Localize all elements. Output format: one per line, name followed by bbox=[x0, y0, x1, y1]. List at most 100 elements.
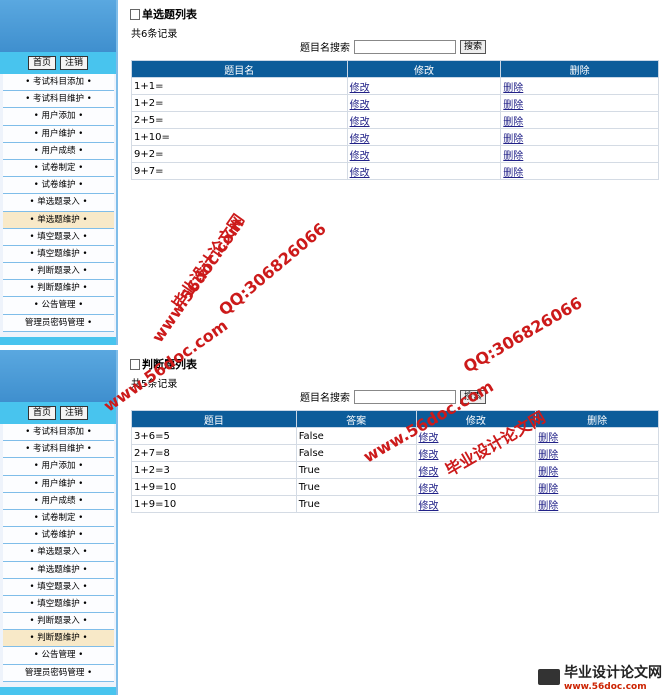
delete-link[interactable]: 删除 bbox=[503, 117, 523, 128]
menu-manage-paper[interactable]: • 试卷维护 • bbox=[3, 527, 114, 545]
search-button[interactable]: 搜索 bbox=[460, 39, 487, 54]
menu-manage-true-false[interactable]: • 判断题维护 • bbox=[3, 280, 114, 298]
search-input[interactable] bbox=[354, 39, 456, 54]
menu-manage-subject[interactable]: • 考试科目维护 • bbox=[3, 91, 114, 109]
edit-link[interactable]: 修改 bbox=[350, 151, 370, 162]
sidebar-header bbox=[0, 350, 116, 402]
menu-add-fill-blank[interactable]: • 填空题录入 • bbox=[3, 578, 114, 596]
menu-manage-fill-blank[interactable]: • 填空题维护 • bbox=[3, 245, 114, 264]
menu-manage-subject[interactable]: • 考试科目维护 • bbox=[3, 441, 114, 459]
logo-url: www.56doc.com bbox=[564, 682, 647, 692]
menu-add-subject[interactable]: • 考试科目添加 • bbox=[3, 74, 114, 92]
column-header-answer: 答案 bbox=[295, 410, 417, 428]
menu-admin-password[interactable]: 管理员密码管理 • bbox=[3, 664, 114, 682]
table-row: 1+9=10 True 修改 删除 bbox=[131, 495, 659, 513]
question-cell: 1+9=10 bbox=[131, 495, 297, 513]
delete-link[interactable]: 删除 bbox=[538, 484, 558, 495]
question-cell: 1+2=3 bbox=[131, 461, 297, 479]
sidebar-buttons: 首页 注销 bbox=[0, 402, 116, 424]
menu-add-single-choice[interactable]: • 单选题录入 • bbox=[3, 544, 114, 562]
delete-link[interactable]: 删除 bbox=[503, 151, 523, 162]
menu-add-user[interactable]: • 用户添加 • bbox=[3, 108, 114, 126]
footer-logo: 毕业设计论文网 www.56doc.com bbox=[538, 662, 662, 692]
delete-link[interactable]: 删除 bbox=[503, 134, 523, 145]
logo-text: 毕业设计论文网 www.56doc.com bbox=[564, 662, 662, 692]
menu-add-fill-blank[interactable]: • 填空题录入 • bbox=[3, 228, 114, 246]
column-header-delete: 删除 bbox=[535, 410, 659, 428]
menu-manage-paper[interactable]: • 试卷维护 • bbox=[3, 177, 114, 195]
column-header-delete: 删除 bbox=[500, 60, 659, 78]
question-cell: 9+2= bbox=[131, 145, 348, 163]
answer-cell: True bbox=[295, 461, 417, 479]
search-row: 题目名搜索 搜索 bbox=[300, 39, 487, 54]
column-header-edit: 修改 bbox=[346, 60, 502, 78]
menu-add-subject[interactable]: • 考试科目添加 • bbox=[3, 424, 114, 442]
menu-create-paper[interactable]: • 试卷制定 • bbox=[3, 159, 114, 178]
delete-link[interactable]: 删除 bbox=[538, 433, 558, 444]
menu-add-true-false[interactable]: • 判断题录入 • bbox=[3, 263, 114, 281]
main-content: 单选题列表 共6条记录 题目名搜索 搜索 题目名 修改 删除 1+1= 修改 删… bbox=[125, 0, 660, 345]
edit-link[interactable]: 修改 bbox=[350, 168, 370, 179]
record-count: 共6条记录 bbox=[131, 29, 178, 40]
delete-link[interactable]: 删除 bbox=[503, 83, 523, 94]
question-cell: 1+1= bbox=[131, 77, 348, 95]
table-header-row: 题目 答案 修改 删除 bbox=[131, 410, 659, 428]
sidebar-header bbox=[0, 0, 116, 52]
menu-add-single-choice[interactable]: • 单选题录入 • bbox=[3, 194, 114, 212]
menu-manage-true-false[interactable]: • 判断题维护 • bbox=[3, 630, 114, 648]
home-button[interactable]: 首页 bbox=[27, 56, 56, 70]
menu-announcements[interactable]: • 公告管理 • bbox=[3, 647, 114, 665]
question-cell: 1+10= bbox=[131, 128, 348, 146]
sidebar-footer bbox=[0, 687, 116, 695]
column-header-question: 题目名 bbox=[131, 60, 348, 78]
logo-icon bbox=[538, 669, 560, 685]
logout-button[interactable]: 注销 bbox=[60, 406, 89, 420]
edit-link[interactable]: 修改 bbox=[419, 467, 439, 478]
edit-link[interactable]: 修改 bbox=[350, 117, 370, 128]
home-button[interactable]: 首页 bbox=[27, 406, 56, 420]
menu-manage-user[interactable]: • 用户维护 • bbox=[3, 125, 114, 143]
answer-cell: True bbox=[295, 478, 417, 496]
table-header-row: 题目名 修改 删除 bbox=[131, 60, 659, 78]
search-input[interactable] bbox=[354, 389, 456, 404]
menu-admin-password[interactable]: 管理员密码管理 • bbox=[3, 314, 114, 332]
menu-user-scores[interactable]: • 用户成绩 • bbox=[3, 142, 114, 160]
table-row: 9+7= 修改 删除 bbox=[131, 162, 659, 180]
menu-add-user[interactable]: • 用户添加 • bbox=[3, 458, 114, 476]
edit-link[interactable]: 修改 bbox=[419, 450, 439, 461]
sidebar-menu: • 考试科目添加 • • 考试科目维护 • • 用户添加 • • 用户维护 • … bbox=[0, 74, 116, 332]
table-row: 1+1= 修改 删除 bbox=[131, 77, 659, 95]
edit-link[interactable]: 修改 bbox=[350, 134, 370, 145]
edit-link[interactable]: 修改 bbox=[419, 501, 439, 512]
menu-create-paper[interactable]: • 试卷制定 • bbox=[3, 509, 114, 528]
delete-link[interactable]: 删除 bbox=[538, 501, 558, 512]
edit-link[interactable]: 修改 bbox=[419, 484, 439, 495]
table-row: 9+2= 修改 删除 bbox=[131, 145, 659, 163]
edit-link[interactable]: 修改 bbox=[350, 100, 370, 111]
table-row: 1+2= 修改 删除 bbox=[131, 94, 659, 112]
delete-link[interactable]: 删除 bbox=[503, 100, 523, 111]
delete-link[interactable]: 删除 bbox=[503, 168, 523, 179]
menu-manage-fill-blank[interactable]: • 填空题维护 • bbox=[3, 595, 114, 614]
question-table: 题目名 修改 删除 1+1= 修改 删除 1+2= 修改 删除 2+5= 修改 … bbox=[131, 60, 659, 180]
menu-add-true-false[interactable]: • 判断题录入 • bbox=[3, 613, 114, 631]
title-checkbox-icon bbox=[130, 8, 140, 20]
question-cell: 2+5= bbox=[131, 111, 348, 129]
table-row: 1+9=10 True 修改 删除 bbox=[131, 478, 659, 496]
question-table: 题目 答案 修改 删除 3+6=5 False 修改 删除 2+7=8 Fals… bbox=[131, 410, 659, 513]
menu-manage-user[interactable]: • 用户维护 • bbox=[3, 475, 114, 493]
single-choice-panel: 首页 注销 • 考试科目添加 • • 考试科目维护 • • 用户添加 • • 用… bbox=[0, 0, 668, 345]
delete-link[interactable]: 删除 bbox=[538, 450, 558, 461]
true-false-panel: 首页 注销 • 考试科目添加 • • 考试科目维护 • • 用户添加 • • 用… bbox=[0, 350, 668, 695]
sidebar-menu: • 考试科目添加 • • 考试科目维护 • • 用户添加 • • 用户维护 • … bbox=[0, 424, 116, 682]
menu-manage-single-choice[interactable]: • 单选题维护 • bbox=[3, 211, 114, 229]
table-row: 2+5= 修改 删除 bbox=[131, 111, 659, 129]
logout-button[interactable]: 注销 bbox=[60, 56, 89, 70]
search-label: 题目名搜索 bbox=[300, 43, 350, 54]
delete-link[interactable]: 删除 bbox=[538, 467, 558, 478]
menu-user-scores[interactable]: • 用户成绩 • bbox=[3, 492, 114, 510]
question-cell: 1+2= bbox=[131, 94, 348, 112]
menu-manage-single-choice[interactable]: • 单选题维护 • bbox=[3, 561, 114, 579]
edit-link[interactable]: 修改 bbox=[350, 83, 370, 94]
menu-announcements[interactable]: • 公告管理 • bbox=[3, 297, 114, 315]
